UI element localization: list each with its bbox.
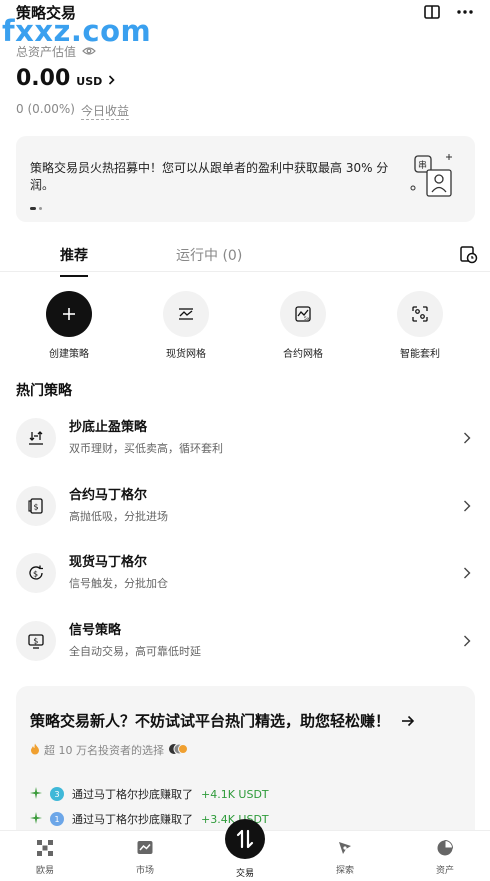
tab-running[interactable]: 运行中 (0) [176,245,242,265]
promo-earning-row: 3 通过马丁格尔抄底赚取了 +4.1K USDT [30,786,269,802]
asset-pnl: 0 (0.00%) [16,102,75,116]
nav-label: 交易 [235,869,254,879]
strategy-item[interactable]: $ 信号策略 全自动交易，高可靠低时延 [0,615,490,671]
bottom-nav: 欧易 市场 交易 探索 资产 [0,819,490,881]
chevron-right-icon [462,498,472,512]
futures-martingale-icon: $ [16,486,56,526]
asset-value: 0.00 [16,66,71,91]
flame-icon [30,743,40,758]
svg-text:$: $ [34,503,39,512]
signal-icon: $ [16,621,56,661]
earning-text: 通过马丁格尔抄底赚取了 [72,788,193,801]
chevron-right-icon [462,565,472,579]
futures-grid-icon: 5x [280,291,326,337]
asset-label: 总资产估值 [16,45,77,59]
earning-text: 通过马丁格尔抄底赚取了 [72,813,193,826]
plus-icon [46,291,92,337]
promo-sub-text: 超 10 万名投资者的选择 [44,744,164,757]
nav-label: 探索 [335,866,354,876]
strategy-item[interactable]: 抄底止盈策略 双币理财，买低卖高，循环套利 [0,412,490,468]
chevron-right-icon [108,70,115,89]
svg-text:5x: 5x [304,316,310,322]
market-chart-icon [136,839,154,857]
svg-text:串: 串 [418,160,427,171]
promo-headline-text: 策略交易新人？不妨试试平台热门精选，助您轻松赚！ [30,712,391,730]
nav-trade[interactable]: 交易 [215,837,275,879]
svg-text:$: $ [33,637,38,646]
strategy-name: 现货马丁格尔 [69,555,148,570]
futures-grid-button[interactable]: 5x 合约网格 [258,291,348,360]
nav-home[interactable]: 欧易 [15,837,75,876]
more-icon[interactable] [455,2,475,22]
chevron-right-icon [462,430,472,444]
strategy-name: 合约马丁格尔 [69,488,148,503]
strategy-name: 信号策略 [69,623,122,638]
chevron-right-icon [462,633,472,647]
quick-actions: 创建策略 现货网格 5x 合约网格 智能套利 [0,291,490,361]
asset-currency: USD [76,75,103,88]
arbitrage-icon [397,291,443,337]
strategy-item[interactable]: $ 现货马丁格尔 信号触发，分批加仓 [0,547,490,603]
tab-recommend[interactable]: 推荐 [60,245,88,277]
rank-badge: 1 [50,812,64,826]
banner-text: 策略交易员火热招募中！您可以从跟单者的盈利中获取最高 30% 分润。 [30,161,389,192]
spot-martingale-icon: $ [16,553,56,593]
action-label: 合约网格 [283,349,323,360]
action-label: 创建策略 [49,349,89,360]
promo-headline: 策略交易新人？不妨试试平台热门精选，助您轻松赚！ [30,710,460,731]
arrow-right-icon [401,713,415,731]
nav-market[interactable]: 市场 [115,837,175,876]
strategy-item[interactable]: $ 合约马丁格尔 高抛低吸，分批进场 [0,480,490,536]
book-icon[interactable] [422,2,442,22]
eye-icon[interactable] [82,45,96,59]
nav-label: 资产 [435,866,454,876]
create-strategy-button[interactable]: 创建策略 [24,291,114,360]
history-icon[interactable] [458,244,478,264]
strategy-tabs: 推荐 运行中 (0) [0,238,490,277]
okx-logo-icon [36,839,54,857]
strategy-desc: 双币理财，买低卖高，循环套利 [69,442,223,455]
trader-illustration-icon: 串 [409,152,455,200]
strategy-desc: 高抛低吸，分批进场 [69,510,168,523]
asset-label-row: 总资产估值 [16,43,96,60]
action-label: 现货网格 [166,349,206,360]
sparkle-icon [30,786,42,802]
today-pnl-label[interactable]: 今日收益 [80,102,129,120]
earning-amount: +4.1K USDT [201,787,269,801]
spot-grid-button[interactable]: 现货网格 [141,291,231,360]
recruit-banner[interactable]: 策略交易员火热招募中！您可以从跟单者的盈利中获取最高 30% 分润。 串 [16,136,475,222]
avatar-stack-icon [168,743,188,758]
assets-pie-icon [436,839,454,857]
asset-value-row[interactable]: 0.00 USD [16,66,115,91]
svg-text:$: $ [33,570,38,579]
asset-pnl-row: 0 (0.00%) 今日收益 [16,102,129,120]
smart-arbitrage-button[interactable]: 智能套利 [375,291,465,360]
strategy-desc: 全自动交易，高可靠低时延 [69,645,201,658]
nav-label: 欧易 [35,866,54,876]
buy-low-icon [16,418,56,458]
banner-pagination [30,207,42,210]
action-label: 智能套利 [400,349,440,360]
sparkle-icon [30,811,42,827]
pagination-dot [39,207,42,210]
promo-sub: 超 10 万名投资者的选择 [30,742,188,758]
explore-compass-icon [336,839,354,857]
pagination-dot-active [30,207,36,210]
strategy-name: 抄底止盈策略 [69,420,148,435]
strategy-desc: 信号触发，分批加仓 [69,577,168,590]
rank-badge: 3 [50,787,64,801]
nav-label: 市场 [135,866,154,876]
nav-explore[interactable]: 探索 [315,837,375,876]
spot-grid-icon [163,291,209,337]
nav-assets[interactable]: 资产 [415,837,475,876]
hot-strategies-title: 热门策略 [16,383,72,399]
